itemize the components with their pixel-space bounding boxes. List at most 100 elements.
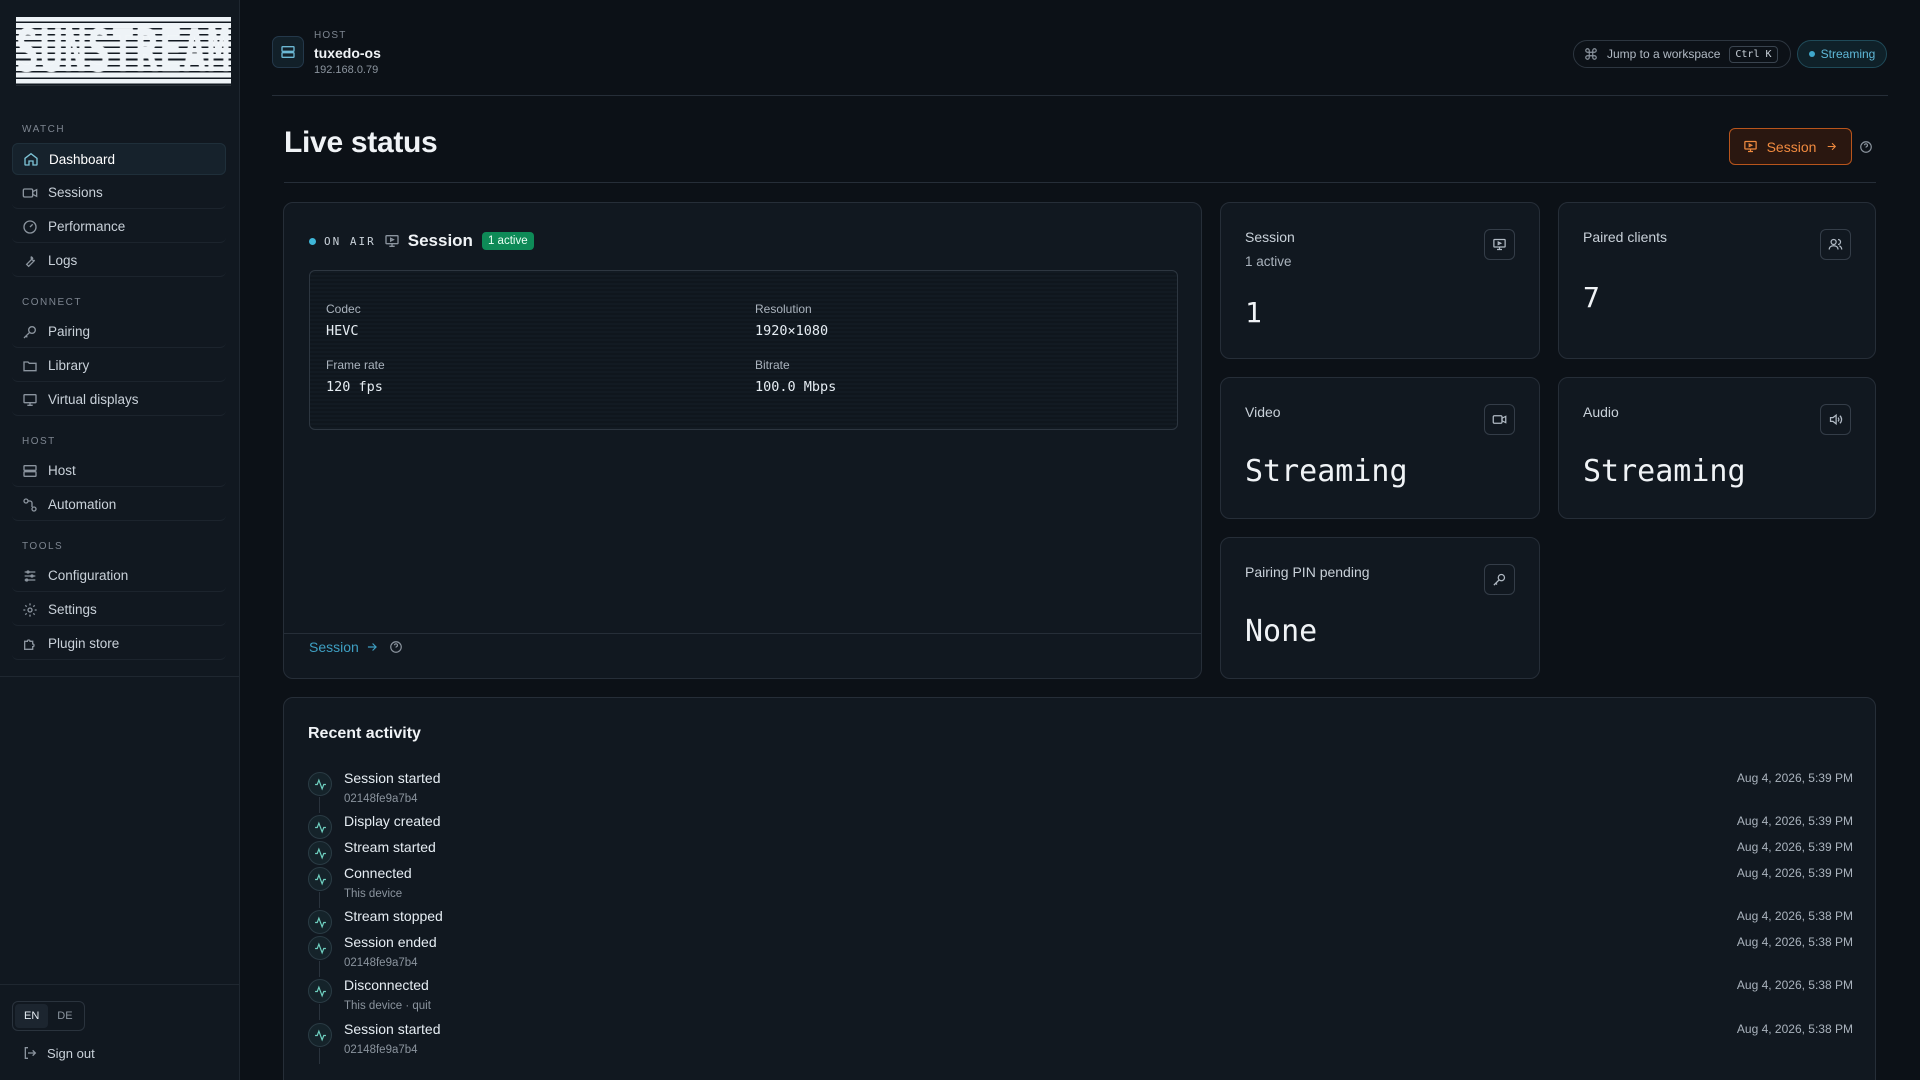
sidebar-item-library[interactable]: Library xyxy=(12,350,226,382)
arrow-right-icon xyxy=(1828,142,1837,151)
session-link-label: Session xyxy=(309,639,359,655)
monitor-icon xyxy=(22,392,38,408)
metric-title: Pairing PIN pending xyxy=(1245,564,1370,580)
help-icon[interactable] xyxy=(1859,140,1873,154)
activity-timestamp: Aug 4, 2026, 5:39 PM xyxy=(1736,814,1853,828)
metric-title: Audio xyxy=(1583,404,1619,420)
shortcut-badge: Ctrl K xyxy=(1729,45,1778,63)
key-icon xyxy=(22,324,38,340)
activity-icon xyxy=(308,936,332,960)
timeline-connector xyxy=(319,1048,320,1064)
jump-label: Jump to a workspace xyxy=(1607,47,1721,61)
activity-icon xyxy=(308,841,332,865)
lang-de[interactable]: DE xyxy=(48,1004,81,1028)
sidebar-item-pairing[interactable]: Pairing xyxy=(12,316,226,348)
sidebar-item-label: Configuration xyxy=(48,568,129,583)
session-metric-card[interactable]: Session 1 active 1 xyxy=(1220,202,1540,359)
help-icon[interactable] xyxy=(389,640,403,654)
speaker-icon xyxy=(1820,404,1851,435)
home-icon xyxy=(23,151,39,167)
codec-label: Codec xyxy=(326,302,361,316)
activity-timestamp: Aug 4, 2026, 5:39 PM xyxy=(1736,866,1853,880)
sidebar-footer: EN DE Sign out xyxy=(0,984,240,1080)
timeline-connector xyxy=(319,892,320,908)
sidebar-item-automation[interactable]: Automation xyxy=(12,489,226,521)
page-title: Live status xyxy=(284,126,438,159)
codec-value: HEVC xyxy=(326,323,359,339)
sidebar-item-host[interactable]: Host xyxy=(12,455,226,487)
session-button[interactable]: Session xyxy=(1729,128,1852,165)
sidebar-item-label: Pairing xyxy=(48,324,91,339)
top-bar: HOST tuxedo-os 192.168.0.79 Jump to a wo… xyxy=(272,24,1888,96)
activity-timestamp: Aug 4, 2026, 5:38 PM xyxy=(1736,909,1853,923)
live-session-card: ON AIR Session 1 active Codec HEVC Resol… xyxy=(283,202,1202,679)
sidebar-item-settings[interactable]: Settings xyxy=(12,594,226,626)
activity-timestamp: Aug 4, 2026, 5:38 PM xyxy=(1736,935,1853,949)
video-metric-card[interactable]: Video Streaming xyxy=(1220,377,1540,519)
nav-section-connect: CONNECT xyxy=(22,297,82,308)
activity-icon xyxy=(308,1023,332,1047)
logo-text: SUNSTREAM xyxy=(16,16,231,86)
sidebar-item-virtual-displays[interactable]: Virtual displays xyxy=(12,384,226,416)
brand-logo[interactable]: SUNSTREAM xyxy=(16,16,231,86)
pairing-pin-card[interactable]: Pairing PIN pending None xyxy=(1220,537,1540,679)
status-label: Streaming xyxy=(1820,47,1876,61)
list-item: Session started 02148fe9a7b4 Aug 4, 2026, … xyxy=(308,770,1853,813)
activity-name: Stream started xyxy=(344,839,436,855)
framerate-value: 120 fps xyxy=(326,379,383,395)
puzzle-icon xyxy=(22,636,38,652)
activity-name: Session started xyxy=(344,1021,441,1037)
timeline-connector xyxy=(319,1004,320,1020)
audio-metric-card[interactable]: Audio Streaming xyxy=(1558,377,1876,519)
timeline-connector xyxy=(319,797,320,813)
sign-out-button[interactable]: Sign out xyxy=(22,1045,95,1061)
sidebar-item-configuration[interactable]: Configuration xyxy=(12,560,226,592)
resolution-label: Resolution xyxy=(755,302,812,316)
folder-icon xyxy=(22,358,38,374)
activity-icon xyxy=(308,867,332,891)
sliders-icon xyxy=(22,568,38,584)
sidebar-item-logs[interactable]: Logs xyxy=(12,245,226,277)
activity-title: Recent activity xyxy=(308,725,421,742)
metric-title: Session xyxy=(1245,229,1295,245)
language-switcher[interactable]: EN DE xyxy=(12,1001,85,1031)
sidebar-item-label: Library xyxy=(48,358,90,373)
paired-clients-card[interactable]: Paired clients 7 xyxy=(1558,202,1876,359)
activity-detail: 02148fe9a7b4 xyxy=(344,793,418,805)
activity-name: Stream stopped xyxy=(344,908,443,924)
metric-value: 1 xyxy=(1245,296,1262,329)
sidebar-item-label: Sessions xyxy=(48,185,103,200)
sidebar-item-dashboard[interactable]: Dashboard xyxy=(12,143,226,175)
lang-en[interactable]: EN xyxy=(15,1004,49,1028)
onair-header: ON AIR Session 1 active xyxy=(309,231,534,251)
session-title: Session xyxy=(407,231,473,250)
workspace-jump-button[interactable]: Jump to a workspace Ctrl K xyxy=(1573,40,1791,68)
wrench-icon xyxy=(22,253,38,269)
list-item: Connected This device Aug 4, 2026, 5:39 PM xyxy=(308,865,1853,908)
session-link[interactable]: Session xyxy=(309,639,403,655)
activity-name: Session started xyxy=(344,770,441,786)
timeline-connector xyxy=(319,961,320,977)
server-icon xyxy=(22,463,38,479)
sidebar-item-plugin-store[interactable]: Plugin store xyxy=(12,628,226,660)
sidebar-item-label: Virtual displays xyxy=(48,392,139,407)
activity-timestamp: Aug 4, 2026, 5:39 PM xyxy=(1736,771,1853,785)
activity-timestamp: Aug 4, 2026, 5:38 PM xyxy=(1736,1022,1853,1036)
monitor-icon xyxy=(385,235,399,247)
key-icon xyxy=(1484,564,1515,595)
users-icon xyxy=(1820,229,1851,260)
sidebar-item-sessions[interactable]: Sessions xyxy=(12,177,226,209)
activity-timestamp: Aug 4, 2026, 5:38 PM xyxy=(1736,978,1853,992)
framerate-label: Frame rate xyxy=(326,358,385,372)
metric-title: Paired clients xyxy=(1583,229,1668,245)
monitor-icon xyxy=(1743,140,1757,153)
server-icon xyxy=(272,36,304,68)
activity-icon xyxy=(308,910,332,934)
metric-value: Streaming xyxy=(1583,454,1746,489)
activity-icon xyxy=(308,772,332,796)
status-dot xyxy=(1808,51,1815,57)
video-icon xyxy=(22,185,38,201)
nav-section-host: HOST xyxy=(22,436,56,447)
sidebar-item-label: Automation xyxy=(48,497,117,512)
sidebar-item-performance[interactable]: Performance xyxy=(12,211,226,243)
